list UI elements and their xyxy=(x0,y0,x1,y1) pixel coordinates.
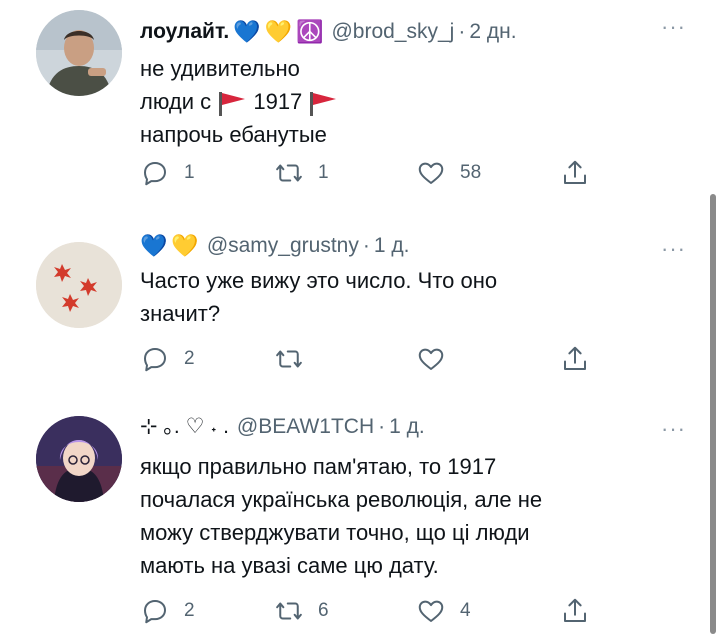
emoji: 💙 xyxy=(140,233,168,258)
user-handle[interactable]: @samy_grustny xyxy=(207,232,359,260)
tweet-text: Часто уже вижу это число. Что оно значит… xyxy=(140,264,660,330)
red-flag-icon xyxy=(219,92,246,117)
like-count: 58 xyxy=(460,162,482,183)
like-button[interactable]: 4 xyxy=(416,596,471,626)
emoji: 💙 xyxy=(233,19,261,44)
user-handle[interactable]: @brod_sky_j xyxy=(331,18,454,46)
retweet-button[interactable]: 1 xyxy=(274,158,329,188)
more-icon[interactable]: ··· xyxy=(661,14,686,40)
timestamp[interactable]: 1 д. xyxy=(374,232,410,260)
reply-count: 1 xyxy=(184,162,195,183)
reply-icon xyxy=(144,348,166,372)
tweet[interactable]: ⊹ ｡. ♡ ˖ . @BEAW1TCH · 1 д. ··· якщо пра… xyxy=(0,400,720,644)
reply-count: 2 xyxy=(184,348,195,369)
action-bar: 2 xyxy=(140,344,660,374)
reply-button[interactable]: 2 xyxy=(140,596,195,626)
separator-dot: · xyxy=(458,20,466,43)
scrollbar[interactable] xyxy=(710,194,716,634)
display-name[interactable]: ⊹ ｡. ♡ ˖ . xyxy=(140,413,229,441)
text-line: напрочь ебанутые xyxy=(140,122,327,147)
reply-button[interactable]: 1 xyxy=(140,158,195,188)
text-line: не удивительно xyxy=(140,56,300,81)
avatar[interactable] xyxy=(36,416,122,502)
more-icon[interactable]: ··· xyxy=(661,236,686,262)
share-icon xyxy=(564,160,586,184)
retweet-count: 1 xyxy=(318,162,329,183)
like-icon xyxy=(418,348,444,370)
like-button[interactable] xyxy=(416,344,460,374)
like-icon xyxy=(418,600,444,622)
display-name[interactable]: лоулайт. xyxy=(140,18,229,46)
tweet-header: лоулайт. 💙 💛 ☮️ @brod_sky_j · 2 дн. xyxy=(140,18,680,46)
reply-button[interactable]: 2 xyxy=(140,344,195,374)
text-line: значит? xyxy=(140,301,221,326)
timestamp[interactable]: 2 дн. xyxy=(469,18,516,46)
retweet-button[interactable] xyxy=(274,344,318,374)
like-count: 4 xyxy=(460,600,471,621)
text-fragment: 1917 xyxy=(253,89,303,114)
text-fragment: люди с xyxy=(140,89,212,114)
text-line: якщо правильно пам'ятаю, то 1917 xyxy=(140,454,497,479)
emoji: 💛 xyxy=(264,19,293,44)
separator-dot: · xyxy=(362,234,370,257)
text-line: Часто уже вижу это число. Что оно xyxy=(140,268,498,293)
tweet-header: ⊹ ｡. ♡ ˖ . @BEAW1TCH · 1 д. xyxy=(140,413,680,441)
text-line: можу стверджувати точно, що ці люди xyxy=(140,520,530,545)
action-bar: 1 1 58 xyxy=(140,158,660,188)
share-button[interactable] xyxy=(560,158,590,188)
tweet[interactable]: 💙 💛 @samy_grustny · 1 д. ··· Часто уже в… xyxy=(0,210,720,400)
retweet-icon xyxy=(276,350,302,368)
text-line: почалася українська революція, але не xyxy=(140,487,543,512)
more-icon[interactable]: ··· xyxy=(661,416,686,442)
share-icon xyxy=(564,598,586,622)
tweet[interactable]: лоулайт. 💙 💛 ☮️ @brod_sky_j · 2 дн. ··· … xyxy=(0,0,720,200)
retweet-count: 6 xyxy=(318,600,329,621)
reply-icon xyxy=(144,162,166,186)
avatar[interactable] xyxy=(36,10,122,96)
like-button[interactable]: 58 xyxy=(416,158,481,188)
text-line: люди с 1917 xyxy=(140,85,660,118)
retweet-button[interactable]: 6 xyxy=(274,596,329,626)
text-line: мають на увазі саме цю дату. xyxy=(140,553,439,578)
timestamp[interactable]: 1 д. xyxy=(389,413,425,441)
emoji: ☮️ xyxy=(296,19,324,44)
red-flag-icon xyxy=(310,92,337,117)
reply-icon xyxy=(144,600,166,624)
retweet-icon xyxy=(276,602,302,620)
reply-count: 2 xyxy=(184,600,195,621)
tweet-header: 💙 💛 @samy_grustny · 1 д. xyxy=(140,232,680,260)
share-icon xyxy=(564,346,586,370)
retweet-icon xyxy=(276,164,302,182)
emoji: 💛 xyxy=(171,233,199,258)
separator-dot: · xyxy=(378,415,386,438)
tweet-text: якщо правильно пам'ятаю, то 1917 почалас… xyxy=(140,450,660,582)
avatar[interactable] xyxy=(36,242,122,328)
action-bar: 2 6 4 xyxy=(140,596,660,626)
tweet-text: не удивительно люди с 1917 напрочь ебану… xyxy=(140,52,660,151)
like-icon xyxy=(418,162,444,184)
user-handle[interactable]: @BEAW1TCH xyxy=(237,413,374,441)
share-button[interactable] xyxy=(560,596,590,626)
share-button[interactable] xyxy=(560,344,590,374)
